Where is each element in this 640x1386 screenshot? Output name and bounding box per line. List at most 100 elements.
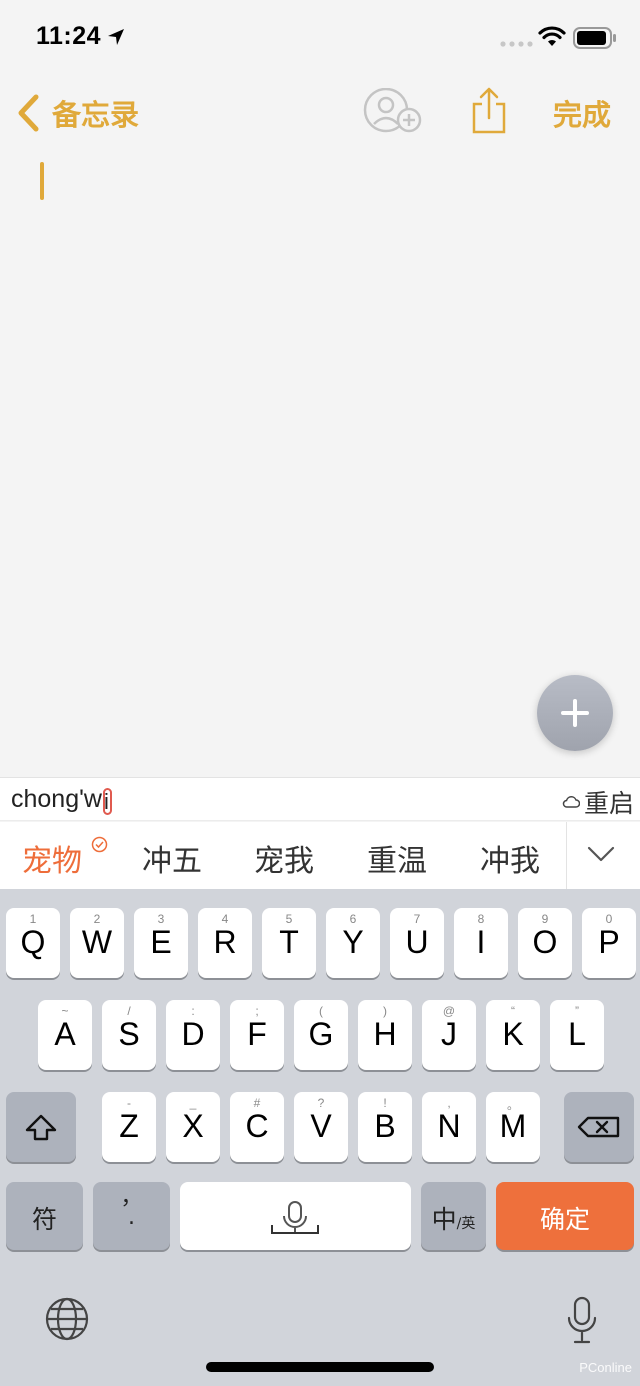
key-y[interactable]: 6Y	[326, 908, 380, 978]
candidate-4[interactable]: 重温	[367, 836, 427, 880]
key-label: P	[598, 924, 620, 960]
key-label: Q	[20, 924, 46, 960]
key-label: F	[247, 1016, 267, 1052]
dictation-mic-icon[interactable]	[566, 1296, 598, 1346]
key-f[interactable]: ; F	[230, 1000, 284, 1070]
candidate-2[interactable]: 冲五	[142, 836, 202, 880]
back-button[interactable]: 备忘录	[16, 90, 139, 136]
key-label: I	[476, 924, 486, 960]
key-label: K	[502, 1016, 524, 1052]
add-note-button[interactable]	[537, 675, 613, 751]
language-switch-key[interactable]: 中/英	[421, 1182, 486, 1250]
backspace-key[interactable]	[564, 1092, 634, 1162]
confirm-key[interactable]: 确定	[496, 1182, 634, 1250]
language-main-label: 中	[431, 1205, 457, 1234]
space-key[interactable]	[180, 1182, 411, 1250]
key-c[interactable]: # C	[230, 1092, 284, 1162]
key-z[interactable]: -Z	[102, 1092, 156, 1162]
key-e[interactable]: 3E	[134, 908, 188, 978]
key-l[interactable]: ” L	[550, 1000, 604, 1070]
note-body[interactable]	[0, 150, 640, 770]
cloud-icon	[562, 796, 580, 808]
candidate-3[interactable]: 宠我	[254, 836, 314, 880]
key-o[interactable]: 9O	[518, 908, 572, 978]
key-label: N	[437, 1108, 461, 1144]
key-a[interactable]: ~ A	[38, 1000, 92, 1070]
text-cursor	[40, 162, 44, 200]
candidate-bar: 宠物 冲五 宠我 重温 冲我	[0, 822, 640, 889]
pinyin-cursor: i	[102, 788, 112, 815]
shift-icon	[25, 1114, 57, 1141]
key-x[interactable]: _ X	[166, 1092, 220, 1162]
pinyin-cursor-char: i	[103, 789, 109, 814]
restart-button[interactable]: 重启	[562, 784, 634, 820]
key-label: L	[568, 1016, 586, 1052]
wifi-icon	[538, 26, 566, 46]
key-label: X	[182, 1108, 204, 1144]
key-label: R	[213, 924, 237, 960]
language-sub-label: /英	[456, 1216, 476, 1232]
add-person-icon[interactable]	[362, 88, 424, 136]
key-q[interactable]: 1Q	[6, 908, 60, 978]
key-t[interactable]: 5T	[262, 908, 316, 978]
key-label: C	[245, 1108, 269, 1144]
key-h[interactable]: ) H	[358, 1000, 412, 1070]
keyboard: 1Q2W3E4R5T6Y7U8I9O0P ~ A / S: D; F(G) H @ J “K” L …	[0, 889, 640, 1386]
key-label: E	[150, 924, 172, 960]
key-m[interactable]: 。 M	[486, 1092, 540, 1162]
symbols-key[interactable]: 符	[6, 1182, 83, 1250]
backspace-icon	[577, 1116, 620, 1138]
key-d[interactable]: :D	[166, 1000, 220, 1070]
done-button[interactable]: 完成	[553, 92, 611, 134]
key-j[interactable]: @ J	[422, 1000, 476, 1070]
chevron-left-icon	[18, 94, 39, 132]
back-button-label: 备忘录	[52, 98, 140, 132]
key-label: H	[373, 1016, 397, 1052]
pinyin-text: chong'w	[11, 785, 102, 813]
key-label: M	[499, 1108, 527, 1144]
status-time: 11:24	[36, 22, 102, 50]
candidate-1[interactable]: 宠物	[22, 836, 82, 880]
candidate-divider	[566, 822, 567, 889]
key-label: Z	[119, 1108, 139, 1144]
key-w[interactable]: 2W	[70, 908, 124, 978]
key-label: D	[181, 1016, 205, 1052]
key-label: O	[532, 924, 558, 960]
key-label: V	[310, 1108, 332, 1144]
key-label: G	[308, 1016, 334, 1052]
key-label: T	[279, 924, 299, 960]
mic-icon	[271, 1201, 319, 1234]
share-icon[interactable]	[469, 86, 509, 136]
confirm-key-label: 确定	[539, 1205, 590, 1234]
language-switch-label: 中/英	[421, 1200, 486, 1236]
chevron-down-icon[interactable]	[586, 843, 616, 865]
globe-icon[interactable]	[44, 1296, 90, 1342]
key-u[interactable]: 7U	[390, 908, 444, 978]
key-b[interactable]: ! B	[358, 1092, 412, 1162]
key-g[interactable]: (G	[294, 1000, 348, 1070]
key-k[interactable]: “K	[486, 1000, 540, 1070]
key-s[interactable]: / S	[102, 1000, 156, 1070]
pinyin-input[interactable]: chong'wi	[11, 785, 112, 815]
home-indicator[interactable]	[206, 1362, 434, 1372]
ime-composition-bar: chong'wi 重启	[0, 777, 640, 821]
location-arrow-icon	[108, 29, 124, 45]
watermark: PConline	[579, 1360, 632, 1375]
shift-key[interactable]	[6, 1092, 76, 1162]
candidate-5[interactable]: 冲我	[480, 836, 540, 880]
key-i[interactable]: 8I	[454, 908, 508, 978]
restart-label: 重启	[583, 789, 634, 818]
battery-icon	[573, 27, 616, 49]
punctuation-key[interactable]: ， .	[93, 1182, 170, 1250]
key-label: U	[405, 924, 429, 960]
key-r[interactable]: 4R	[198, 908, 252, 978]
status-bar: 11:24	[0, 0, 640, 80]
check-circle-icon	[91, 836, 108, 853]
key-v[interactable]: ? V	[294, 1092, 348, 1162]
key-label: W	[81, 924, 113, 960]
symbols-key-label: 符	[31, 1205, 57, 1234]
key-p[interactable]: 0P	[582, 908, 636, 978]
key-n[interactable]: ,N	[422, 1092, 476, 1162]
key-label: B	[374, 1108, 396, 1144]
key-label: J	[441, 1016, 457, 1052]
